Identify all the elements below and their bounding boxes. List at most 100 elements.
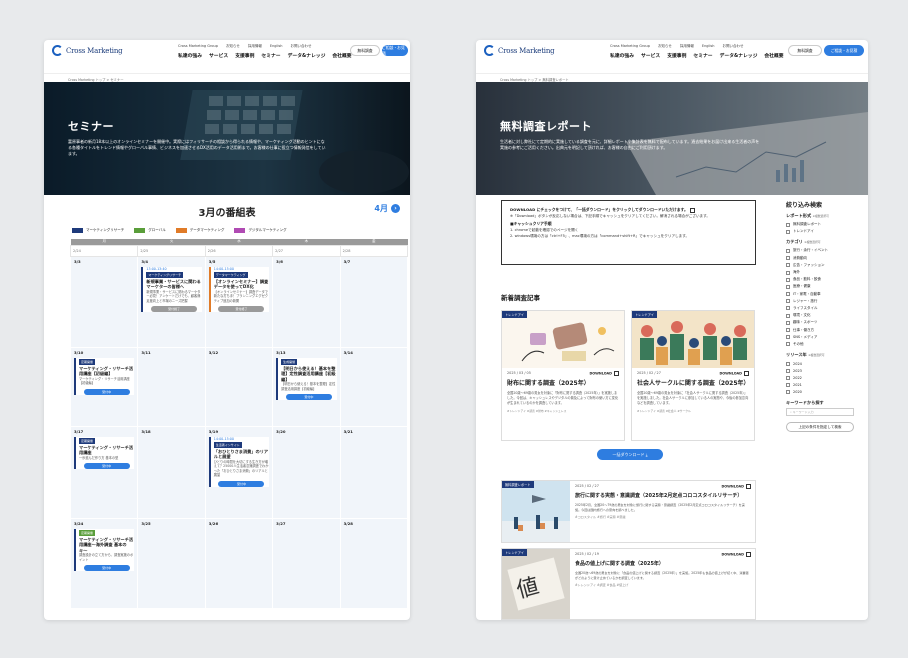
calendar-day: 3/21 xyxy=(339,425,409,519)
calendar-day: 3/20 xyxy=(272,425,341,519)
nav-item[interactable]: データ&ナレッジ xyxy=(720,52,758,59)
event-title: マーケティング・リサーチ活用講座 xyxy=(79,444,134,456)
calendar-day: 3/17 定期開催 マーケティング・リサーチ活用講座 一歩進んだ作り方 基本の型… xyxy=(69,425,139,519)
article-list-item[interactable]: 値 トレンドアイ 2025 / 02 / 19 DOWNLOAD 食品の値上げに関… xyxy=(501,548,756,620)
article-title: 社会人サークルに関する調査（2025年） xyxy=(637,380,750,387)
util-link[interactable]: English xyxy=(702,44,715,49)
contact-button[interactable]: ご相談・お見積 xyxy=(824,45,864,56)
download-checkbox[interactable] xyxy=(746,552,751,557)
event-description: 【オンラインセミナー】調査データで新たな打ち手！プランニングエグゼクティブ追加の… xyxy=(213,289,268,303)
nav-item[interactable]: セミナー xyxy=(261,52,280,59)
nav-item[interactable]: データ&ナレッジ xyxy=(288,52,326,59)
event-card[interactable]: 定期開催 マーケティング・リサーチ活用講座〜海外調査 基本の キ〜 調査設計の立… xyxy=(74,528,135,571)
free-survey-button[interactable]: 無料調査 xyxy=(788,45,822,56)
event-status-button[interactable]: 受付中 xyxy=(83,463,130,469)
filter-checkbox[interactable]: 無料調査レポート xyxy=(786,221,854,228)
free-survey-button[interactable]: 無料調査 xyxy=(350,45,380,56)
filter-checkbox[interactable]: 2022 xyxy=(786,374,854,381)
event-status-button[interactable]: 受付終了 xyxy=(218,306,265,312)
event-card[interactable]: 13:00-13:40 マーケティングリサーチ 新規事業・サービスに関わるマーケ… xyxy=(141,266,202,312)
filter-checkbox[interactable]: 2020 xyxy=(786,389,854,396)
keyword-input[interactable]: ⌕ キーワード入力 xyxy=(786,407,854,416)
util-link[interactable]: お問い合わせ xyxy=(723,44,744,49)
util-link[interactable]: 採用情報 xyxy=(248,44,262,49)
filter-checkbox[interactable]: 2024 xyxy=(786,360,854,367)
filter-checkbox[interactable]: IT・家電・自動車 xyxy=(786,291,854,298)
next-month-button[interactable]: 4月 › xyxy=(374,203,400,214)
nav-item[interactable]: セミナー xyxy=(693,52,712,59)
util-link[interactable]: お問い合わせ xyxy=(291,44,312,49)
site-header: Cross Marketing Cross Marketing Group お知ら… xyxy=(44,40,410,74)
filter-checkbox[interactable]: 趣味・スポーツ xyxy=(786,319,854,326)
article-excerpt: 全国20歳〜69歳の男女を対象に「財布に関する調査（2025年）」を実施しました… xyxy=(507,391,619,405)
filter-checkbox[interactable]: 環境・文化 xyxy=(786,312,854,319)
page-title: 無料調査レポート xyxy=(500,120,592,133)
legend-item: グローバル xyxy=(134,228,166,233)
filter-checkbox[interactable]: 海外 xyxy=(786,269,854,276)
article-card[interactable]: トレンドアイ 2025 / 02 / 27 DOWNLOAD 社会人サークルに関す… xyxy=(631,310,755,441)
nav-item[interactable]: 会社概要 xyxy=(764,52,783,59)
filter-checkbox[interactable]: その他 xyxy=(786,341,854,348)
filter-checkbox[interactable]: 仕事・働き方 xyxy=(786,326,854,333)
article-list-item[interactable]: 無料調査レポート 2025 / 02 / 27 DOWNLOAD 旅行に関する実態… xyxy=(501,480,756,543)
event-card[interactable]: 定期開催 マーケティング・リサーチ活用講座【初級編】 マーケティング・リサーチ活… xyxy=(74,357,135,395)
event-card[interactable]: 14:00-15:00 データマーケティング 【オンラインセミナー】調査データを… xyxy=(208,266,270,312)
filter-checkbox[interactable]: ライフスタイル xyxy=(786,305,854,312)
event-status-button[interactable]: 受付中 xyxy=(83,388,130,395)
bulk-download-button[interactable]: 一括ダウンロード ⤓ xyxy=(597,449,663,460)
wallet-illustration xyxy=(502,311,624,368)
event-status-button[interactable]: 受付終了 xyxy=(151,306,198,312)
nav-item[interactable]: 支援事例 xyxy=(667,52,686,59)
download-checkbox[interactable] xyxy=(744,371,749,376)
legend-item: データマーケティング xyxy=(175,228,224,233)
filter-checkbox[interactable]: 医療・健康 xyxy=(786,283,854,290)
page-title: セミナー xyxy=(68,120,114,133)
event-status-button[interactable]: 受付中 xyxy=(285,394,332,400)
download-checkbox[interactable] xyxy=(614,371,619,376)
calendar-day: 3/18 xyxy=(137,425,206,519)
event-card[interactable]: 14:00-15:00 生活者インサイト 「おひとりさま消費」のリアルと展望 ひ… xyxy=(208,436,270,487)
nav-item[interactable]: 支援事例 xyxy=(235,52,254,59)
nav-item[interactable]: 会社概要 xyxy=(332,52,351,59)
event-description: ひとりの時間を大切にする生き方が増えて？25000人生活者意識調査でわかった「お… xyxy=(213,459,269,478)
filter-checkbox[interactable]: トレンドアイ xyxy=(786,228,854,235)
util-link[interactable]: お知らせ xyxy=(658,44,672,49)
event-tag: 定期開催 xyxy=(79,437,96,444)
logo[interactable]: Cross Marketing xyxy=(52,45,123,56)
util-link[interactable]: 採用情報 xyxy=(680,44,694,49)
filter-checkbox[interactable]: 消費動向 xyxy=(786,255,854,262)
event-card[interactable]: 生成開催 【明日から使える！基本を整理】定性調査活用講座【初級編】 【明日から使… xyxy=(276,357,337,400)
util-link[interactable]: お知らせ xyxy=(226,44,240,49)
filter-checkbox[interactable]: 2021 xyxy=(786,382,854,389)
nav-item[interactable]: サービス xyxy=(641,52,660,59)
filter-checkbox[interactable]: 広告・ファッション xyxy=(786,262,854,269)
contact-button[interactable]: ご相談・お見積 xyxy=(382,45,408,56)
nav-item[interactable]: サービス xyxy=(209,52,228,59)
filter-checkbox[interactable]: 2023 xyxy=(786,367,854,374)
event-tag: 定期開催 xyxy=(79,529,96,536)
keyword-title: キーワードから探す xyxy=(786,399,824,405)
logo-mark-icon xyxy=(52,45,63,56)
utility-links: Cross Marketing Group お知らせ 採用情報 English お問い合… xyxy=(610,44,744,49)
category-badge: トレンドアイ xyxy=(502,549,527,556)
article-card[interactable]: トレンドアイ 2025 / 03 / 05 DOWNLOAD 財布に関する調査（2… xyxy=(501,310,625,441)
filter-checkbox[interactable]: レジャー・旅行 xyxy=(786,298,854,305)
date-label: 2/28 xyxy=(339,244,409,257)
event-status-button[interactable]: 受付中 xyxy=(83,565,130,571)
search-button[interactable]: 上記の条件を指定して検索 xyxy=(786,421,854,432)
util-link[interactable]: English xyxy=(270,44,283,49)
nav-item[interactable]: 私達の強み xyxy=(178,52,202,59)
util-link[interactable]: Cross Marketing Group xyxy=(178,44,218,49)
util-link[interactable]: Cross Marketing Group xyxy=(610,44,650,49)
filter-checkbox[interactable]: 食品・飲料・飲食 xyxy=(786,276,854,283)
article-title: 財布に関する調査（2025年） xyxy=(507,380,590,387)
event-status-button[interactable]: 受付中 xyxy=(218,480,265,487)
event-card[interactable]: 定期開催 マーケティング・リサーチ活用講座 一歩進んだ作り方 基本の型 受付中 xyxy=(74,436,135,469)
filter-checkbox[interactable]: SNS・メディア xyxy=(786,334,854,341)
filter-checkbox[interactable]: 旅行・余行・イベント xyxy=(786,247,854,254)
logo[interactable]: Cross Marketing xyxy=(484,45,555,56)
download-checkbox[interactable] xyxy=(746,484,751,489)
nav-item[interactable]: 私達の強み xyxy=(610,52,634,59)
calendar-day: 3/27 xyxy=(272,517,341,609)
article-thumbnail: 無料調査レポート xyxy=(502,481,570,542)
